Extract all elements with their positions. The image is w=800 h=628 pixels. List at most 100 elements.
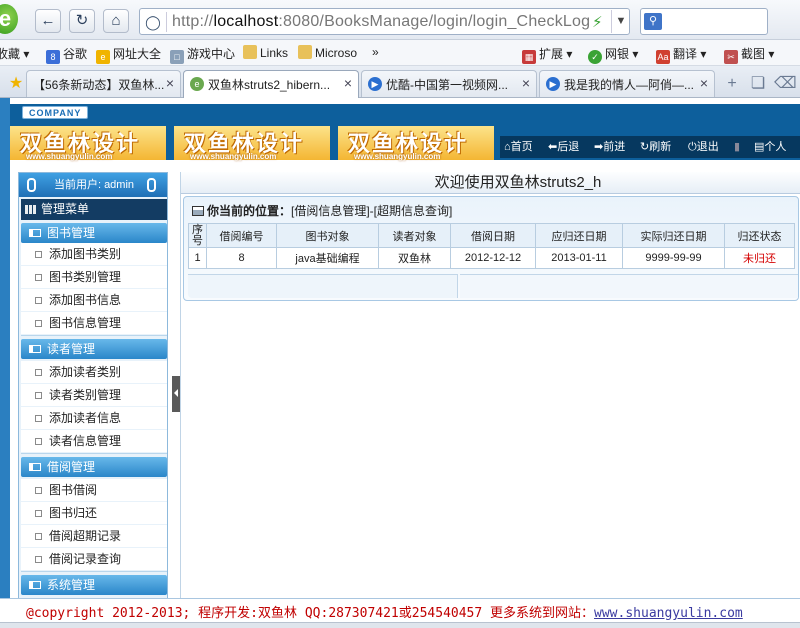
- bullet-icon: [35, 556, 42, 563]
- group-system[interactable]: 系统管理: [21, 575, 167, 595]
- menu-item-label: 借阅记录查询: [49, 552, 122, 566]
- bookmark-games[interactable]: □ 游戏中心: [170, 45, 235, 64]
- nav-label: 刷新: [649, 141, 672, 153]
- close-icon[interactable]: ×: [344, 75, 352, 91]
- screenshot-icon: ✂: [724, 50, 738, 64]
- table-row: 1 8 java基础编程 双鱼林 2012-12-12 2013-01-11 9…: [188, 247, 795, 269]
- page-favicon-icon: e: [190, 77, 204, 91]
- banner-logo: 双鱼林设计 www.shuangyulin.com: [10, 126, 170, 161]
- speed-bolt-icon[interactable]: ⚡: [592, 13, 603, 31]
- menu-item-label: 添加读者信息: [49, 411, 122, 425]
- tab-label: 双鱼林struts2_hibern...: [208, 78, 331, 92]
- nav-refresh[interactable]: ↻刷新: [640, 139, 671, 155]
- site-link[interactable]: www.shuangyulin.com: [594, 606, 743, 621]
- pin-icon: [27, 178, 36, 192]
- menu-add-book-info[interactable]: 添加图书信息: [21, 289, 167, 311]
- close-icon[interactable]: ×: [166, 75, 174, 91]
- bookmark-links[interactable]: Links: [243, 45, 288, 60]
- col-status: 归还状态: [724, 223, 795, 248]
- sidebar-collapse-handle[interactable]: [172, 376, 180, 412]
- tab-label: 【56条新动态】双鱼林...: [33, 78, 165, 92]
- banner-logo: 双鱼林设计 www.shuangyulin.com: [174, 126, 334, 161]
- bookmark-label: 扩展: [539, 47, 564, 61]
- overdue-table: 序号 借阅编号 图书对象 读者对象 借阅日期 应归还日期 实际归还日期 归还状态…: [188, 223, 795, 269]
- new-tab-icon[interactable]: +: [722, 74, 742, 94]
- cell-reader: 双鱼林: [378, 247, 451, 269]
- menu-reader-info-manage[interactable]: 读者信息管理: [21, 430, 167, 452]
- trash-icon[interactable]: ⌫: [774, 74, 797, 94]
- search-box[interactable]: ⚲: [640, 8, 768, 35]
- bookmark-more[interactable]: »: [372, 45, 379, 59]
- translate-button[interactable]: Aa 翻译 ▾: [656, 45, 706, 64]
- table-header-row: 序号 借阅编号 图书对象 读者对象 借阅日期 应归还日期 实际归还日期 归还状态: [188, 223, 795, 248]
- home-button[interactable]: ⌂: [103, 9, 129, 33]
- menu-add-reader-info[interactable]: 添加读者信息: [21, 407, 167, 429]
- nav-personal[interactable]: ▤个人: [754, 139, 786, 155]
- menu-add-book-category[interactable]: 添加图书类别: [21, 243, 167, 265]
- menu-item-label: 添加图书类别: [49, 247, 122, 261]
- menu-add-reader-category[interactable]: 添加读者类别: [21, 361, 167, 383]
- col-due-date: 应归还日期: [535, 223, 623, 248]
- menu-divider: [21, 335, 167, 336]
- refresh-button[interactable]: ↻: [69, 9, 95, 33]
- banner-url: www.shuangyulin.com: [354, 152, 441, 161]
- group-books[interactable]: 图书管理: [21, 223, 167, 243]
- tab-youku[interactable]: ▶ 优酷-中国第一视频网... ×: [361, 70, 537, 97]
- menu-borrow-query[interactable]: 借阅记录查询: [21, 548, 167, 570]
- sites-icon: e: [96, 50, 110, 64]
- tab-active-app[interactable]: e 双鱼林struts2_hibern... ×: [183, 70, 359, 98]
- bullet-icon: [35, 297, 42, 304]
- group-readers[interactable]: 读者管理: [21, 339, 167, 359]
- shield-icon: ◯: [145, 14, 161, 30]
- bullet-icon: [35, 274, 42, 281]
- netbank-button[interactable]: ✓ 网银 ▾: [588, 45, 638, 64]
- tab-list-icon[interactable]: ❏: [748, 74, 768, 94]
- favorites-star-icon[interactable]: ★: [6, 74, 26, 94]
- bullet-icon: [35, 392, 42, 399]
- current-user-bar: 当前用户: admin: [19, 173, 167, 197]
- bookmark-sites[interactable]: e 网址大全: [96, 45, 161, 64]
- tab-label: 优酷-中国第一视频网...: [386, 78, 508, 92]
- nav-forward[interactable]: ➡前进: [594, 139, 625, 155]
- menu-item-label: 添加图书信息: [49, 293, 122, 307]
- screenshot-button[interactable]: ✂ 截图 ▾: [724, 45, 774, 64]
- col-reader: 读者对象: [378, 223, 451, 248]
- address-bar[interactable]: ◯ http://localhost:8080/BooksManage/logi…: [139, 8, 630, 35]
- menu-book-info-manage[interactable]: 图书信息管理: [21, 312, 167, 334]
- nav-home[interactable]: ⌂首页: [504, 139, 533, 155]
- group-borrow[interactable]: 借阅管理: [21, 457, 167, 477]
- bookmark-microsoft[interactable]: Microso: [298, 45, 357, 60]
- play-icon: ▶: [368, 77, 382, 91]
- tab-label: 我是我的情人—阿俏—...: [564, 78, 695, 92]
- nav-back[interactable]: ⬅后退: [548, 139, 579, 155]
- menu-book-category-manage[interactable]: 图书类别管理: [21, 266, 167, 288]
- address-url[interactable]: http://localhost:8080/BooksManage/login/…: [172, 13, 590, 31]
- extensions-button[interactable]: ▦ 扩展 ▾: [522, 45, 572, 64]
- search-icon[interactable]: ⚲: [644, 13, 662, 30]
- menu-return-book[interactable]: 图书归还: [21, 502, 167, 524]
- results-panel: 你当前的位置：[借阅信息管理]-[超期信息查询] 序号 借阅编号 图书对象 读者…: [183, 196, 799, 301]
- location-label: 你当前的位置：: [207, 204, 292, 218]
- folder-icon: [298, 45, 312, 59]
- nav-logout[interactable]: ⏻退出: [688, 139, 719, 155]
- tab-news[interactable]: 【56条新动态】双鱼林... ×: [26, 70, 181, 97]
- bullet-icon: [35, 251, 42, 258]
- cell-due-date: 2013-01-11: [535, 247, 623, 269]
- menu-reader-category-manage[interactable]: 读者类别管理: [21, 384, 167, 406]
- location-path: [借阅信息管理]-[超期信息查询]: [291, 204, 453, 218]
- home-icon: ⌂: [504, 141, 511, 153]
- bullet-icon: [35, 415, 42, 422]
- menu-borrow-book[interactable]: 图书借阅: [21, 479, 167, 501]
- menu-overdue-records[interactable]: 借阅超期记录: [21, 525, 167, 547]
- bookmark-google[interactable]: 8 谷歌: [46, 45, 87, 64]
- nav-label: 前进: [603, 141, 626, 153]
- close-icon[interactable]: ×: [522, 75, 530, 91]
- web-page: COMPANY 双鱼林设计 www.shuangyulin.com 双鱼林设计 ww…: [0, 98, 800, 628]
- page-footer: @copyright 2012-2013; 程序开发:双鱼林 QQ:287307…: [0, 598, 800, 622]
- bookmark-favorites[interactable]: 收藏 ▾: [0, 45, 29, 62]
- close-icon[interactable]: ×: [700, 75, 708, 91]
- address-dropdown-icon[interactable]: ▼: [611, 10, 630, 33]
- back-button[interactable]: ←: [35, 9, 61, 33]
- col-borrow-date: 借阅日期: [450, 223, 536, 248]
- tab-video[interactable]: ▶ 我是我的情人—阿俏—... ×: [539, 70, 715, 97]
